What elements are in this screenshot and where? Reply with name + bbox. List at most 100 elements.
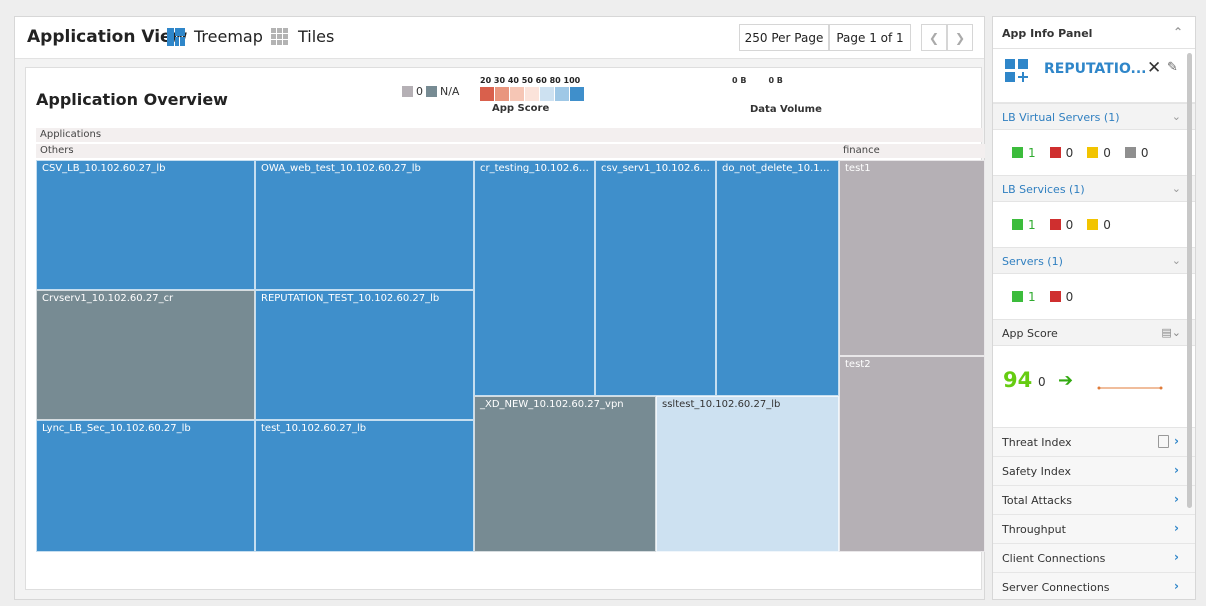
dv-tick: 0 B [732, 76, 747, 85]
treemap-tile[interactable]: _XD_NEW_10.102.60.27_vpn [474, 396, 656, 552]
arrow-right-icon: ➔ [1058, 370, 1074, 391]
score-legend-bars [480, 87, 600, 101]
lb-services-counts: 1 0 0 [993, 202, 1195, 247]
down-status-icon [1049, 291, 1061, 302]
treemap-tile[interactable]: CSV_LB_10.102.60.27_lb [36, 160, 255, 290]
score-sparkline [1097, 386, 1163, 390]
tiles-label: Tiles [298, 27, 335, 46]
group-others: Others [36, 144, 839, 158]
app-score-value: 94 [1003, 368, 1033, 392]
score-swatch [480, 87, 494, 101]
tiles-icon [271, 27, 289, 46]
treemap-tile[interactable]: do_not_delete_10.10... [716, 160, 839, 396]
overview-title: Application Overview [36, 90, 228, 109]
client-connections-row[interactable]: Client Connections › [993, 544, 1195, 573]
per-page-select[interactable]: 250 Per Page [739, 24, 829, 51]
up-status-icon [1012, 291, 1023, 302]
treemap-tile[interactable]: test_10.102.60.27_lb [255, 420, 474, 552]
count-up: 1 [1028, 217, 1036, 232]
count-down: 0 [1065, 217, 1074, 232]
partial-status-icon [1087, 219, 1099, 230]
app-header: REPUTATIO... ✕ ✎ [993, 49, 1195, 103]
report-icon [1158, 435, 1169, 448]
score-swatch [495, 87, 509, 101]
throughput-row[interactable]: Throughput › [993, 515, 1195, 544]
treemap-view-button[interactable]: Treemap [167, 27, 263, 46]
app-score-delta: 0 [1038, 375, 1046, 389]
score-swatch [525, 87, 539, 101]
chevron-right-icon: › [1174, 521, 1179, 535]
chevron-down-icon: ⌄ [1171, 182, 1181, 195]
servers-header[interactable]: Servers (1) ⌄ [993, 247, 1195, 274]
treemap-tile[interactable]: csv_serv1_10.102.60.... [595, 160, 716, 396]
treemap-tile[interactable]: Lync_LB_Sec_10.102.60.27_lb [36, 420, 255, 552]
app-grid-plus-icon [1005, 59, 1029, 83]
server-connections-row[interactable]: Server Connections › [993, 573, 1195, 599]
panel-title: App Info Panel [1002, 27, 1093, 40]
count-up: 1 [1028, 289, 1036, 304]
score-legend-ticks: 20 30 40 50 60 80 100 [480, 76, 581, 85]
chevron-left-icon: ❮ [928, 30, 940, 45]
app-info-panel: App Info Panel ⌃ REPUTATIO... ✕ ✎ LB Vir… [992, 16, 1196, 600]
application-overview-card: Application Overview 0 N/A 20 30 40 50 6… [25, 67, 985, 590]
count-down: 0 [1065, 145, 1074, 160]
safety-index-row[interactable]: Safety Index › [993, 457, 1195, 486]
down-status-icon [1049, 219, 1061, 230]
servers-counts: 1 0 [993, 274, 1195, 319]
app-name[interactable]: REPUTATIO... [1044, 61, 1147, 77]
treemap-tile[interactable]: REPUTATION_TEST_10.102.60.27_lb [255, 290, 474, 420]
panel-scrollbar[interactable] [1187, 53, 1192, 508]
count-unknown: 0 [1140, 145, 1149, 160]
app-score-header[interactable]: App Score ▤⌄ [993, 319, 1195, 346]
treemap-tile[interactable]: ssltest_10.102.60.27_lb [656, 396, 839, 552]
chevron-down-icon: ⌄ [1171, 110, 1181, 123]
treemap-icon [167, 27, 185, 46]
app-score-section: 94 0 ➔ [993, 346, 1195, 428]
treemap-tile[interactable]: test2 [839, 356, 985, 552]
down-status-icon [1049, 147, 1061, 158]
prev-page-button[interactable]: ❮ [921, 24, 947, 51]
total-attacks-label: Total Attacks [1002, 494, 1073, 507]
treemap-tile[interactable]: cr_testing_10.102.60.... [474, 160, 595, 396]
tiles-view-button[interactable]: Tiles [271, 27, 334, 46]
partial-status-icon [1087, 147, 1099, 158]
score-swatch [540, 87, 554, 101]
na-swatch [426, 86, 437, 97]
close-icon[interactable]: ✕ [1147, 58, 1161, 78]
view-toolbar: Application View Treemap Tiles 250 Per P… [15, 17, 984, 59]
threat-index-row[interactable]: Threat Index › [993, 428, 1195, 457]
group-applications: Applications [36, 128, 983, 142]
panel-header: App Info Panel ⌃ [993, 17, 1195, 49]
app-score-label: App Score [1002, 327, 1058, 340]
data-volume-legend: 0 B 0 B Data Volume [732, 76, 832, 115]
next-page-button[interactable]: ❯ [947, 24, 973, 51]
count-partial: 0 [1103, 145, 1111, 160]
unknown-status-icon [1124, 147, 1136, 158]
chevron-right-icon: ❯ [954, 30, 966, 45]
servers-label: Servers (1) [1002, 255, 1063, 268]
treemap-tile[interactable]: test1 [839, 160, 985, 356]
threat-index-label: Threat Index [1002, 436, 1072, 449]
page-indicator: Page 1 of 1 [829, 24, 911, 51]
chevron-right-icon: › [1174, 492, 1179, 506]
app-score-legend: 20 30 40 50 60 80 100 App Score [480, 76, 600, 114]
chevron-up-icon[interactable]: ⌃ [1173, 25, 1183, 39]
score-swatch [570, 87, 584, 101]
lb-virtual-servers-label: LB Virtual Servers (1) [1002, 111, 1120, 124]
na-legend: 0 N/A [399, 85, 459, 98]
total-attacks-row[interactable]: Total Attacks › [993, 486, 1195, 515]
edit-pencil-icon[interactable]: ✎ [1167, 60, 1178, 75]
score-swatch [555, 87, 569, 101]
data-volume-label: Data Volume [750, 104, 822, 115]
lb-virtual-servers-header[interactable]: LB Virtual Servers (1) ⌄ [993, 103, 1195, 130]
treemap-tile[interactable]: OWA_web_test_10.102.60.27_lb [255, 160, 474, 290]
zero-legend-label: 0 [416, 85, 423, 98]
lb-virtual-servers-counts: 1 0 0 0 [993, 130, 1195, 175]
throughput-label: Throughput [1002, 523, 1066, 536]
treemap-tile[interactable]: Crvserv1_10.102.60.27_cr [36, 290, 255, 420]
zero-swatch [402, 86, 413, 97]
lb-services-header[interactable]: LB Services (1) ⌄ [993, 175, 1195, 202]
server-connections-label: Server Connections [1002, 581, 1110, 594]
application-view-panel: Application View Treemap Tiles 250 Per P… [14, 16, 985, 600]
group-finance: finance [839, 144, 985, 158]
